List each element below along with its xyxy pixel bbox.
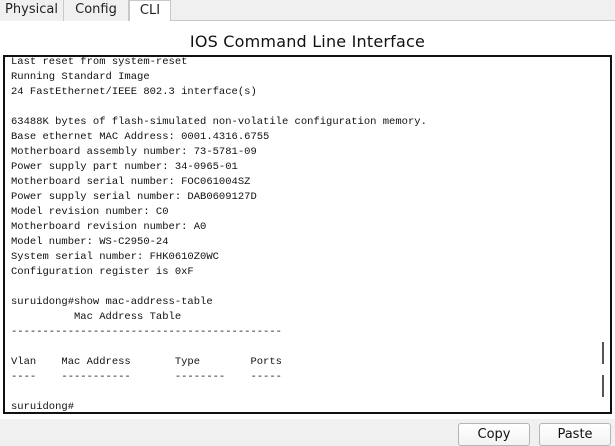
tab-physical[interactable]: Physical — [0, 0, 64, 21]
scrollbar-thumb-lower[interactable] — [602, 375, 604, 397]
tab-bar: Physical Config CLI — [0, 0, 615, 22]
tab-cli[interactable]: CLI — [129, 0, 171, 22]
console-scrollbar[interactable] — [598, 59, 608, 410]
console-output[interactable]: Last reset from system-reset Running Sta… — [11, 57, 427, 412]
paste-button[interactable]: Paste — [539, 423, 611, 446]
page-title: IOS Command Line Interface — [189, 32, 426, 51]
cli-console[interactable]: Last reset from system-reset Running Sta… — [3, 55, 612, 414]
copy-button[interactable]: Copy — [458, 423, 530, 446]
tab-config[interactable]: Config — [64, 0, 129, 21]
scrollbar-thumb[interactable] — [602, 342, 604, 364]
